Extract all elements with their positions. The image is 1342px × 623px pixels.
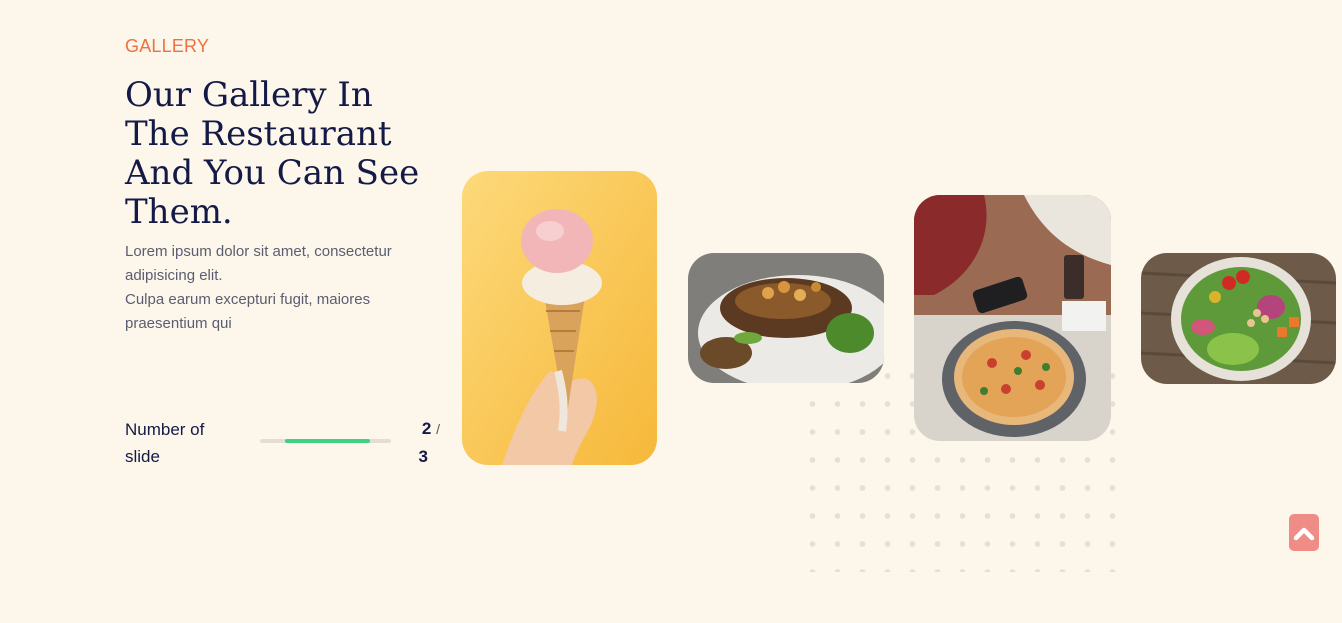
gallery-image-grilled-meat[interactable] bbox=[688, 253, 884, 383]
description-line: Lorem ipsum dolor sit amet, consectetur … bbox=[125, 243, 392, 284]
scroll-to-top-button[interactable] bbox=[1289, 514, 1319, 551]
section-description: Lorem ipsum dolor sit amet, consectetur … bbox=[125, 240, 425, 336]
gallery-image-salad[interactable] bbox=[1141, 253, 1336, 384]
slide-current: 2 bbox=[421, 419, 432, 438]
gallery-image-pizza[interactable] bbox=[914, 195, 1111, 441]
chevron-up-icon bbox=[1293, 525, 1315, 541]
slide-counter-label: Number of slide bbox=[125, 420, 205, 466]
slide-progress-bar bbox=[260, 439, 391, 443]
slide-progress-fill bbox=[285, 439, 370, 443]
description-line: Culpa earum excepturi fugit, maiores pra… bbox=[125, 291, 371, 332]
section-eyebrow: GALLERY bbox=[125, 36, 210, 56]
section-title: Our Gallery In The Restaurant And You Ca… bbox=[125, 75, 420, 232]
slide-separator: / bbox=[436, 421, 440, 437]
slide-counter: 2 / 3 bbox=[406, 415, 440, 470]
gallery-image-ice-cream[interactable] bbox=[462, 171, 657, 465]
slide-total: 3 bbox=[418, 447, 428, 466]
